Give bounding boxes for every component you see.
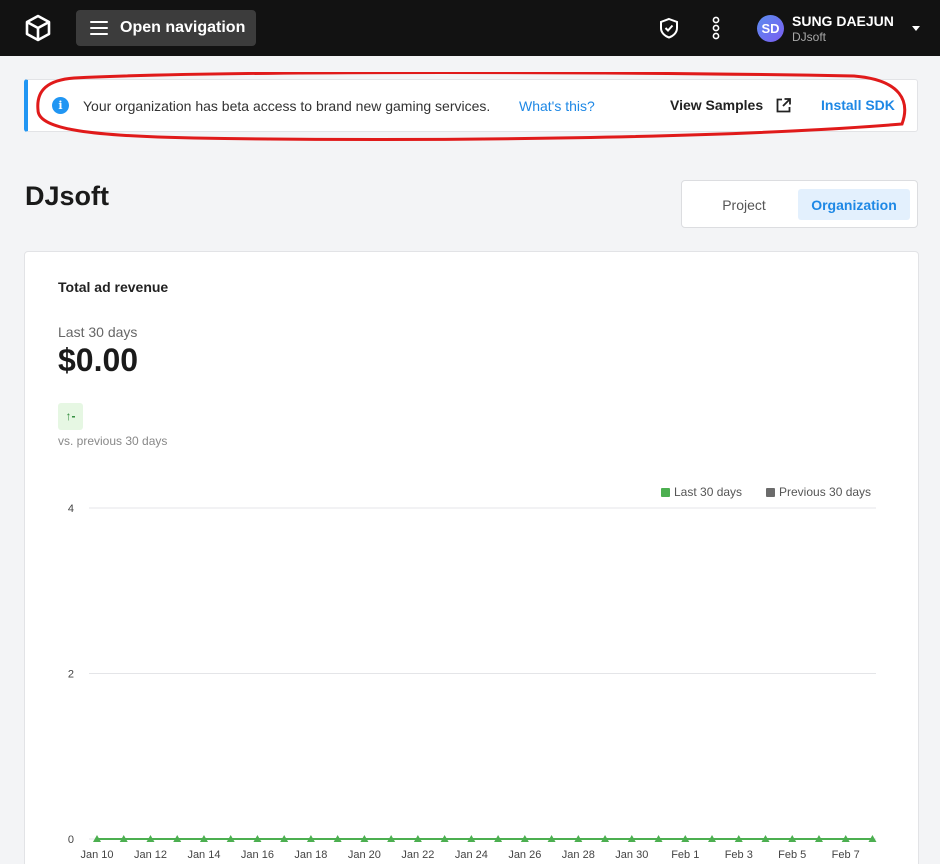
shield-check-icon[interactable]: [658, 17, 680, 39]
info-icon: i: [52, 97, 69, 114]
x-tick-label: Jan 18: [294, 849, 327, 861]
user-name[interactable]: SUNG DAEJUN: [792, 13, 894, 29]
menu-icon: [90, 20, 110, 36]
more-options-icon[interactable]: [708, 16, 724, 40]
x-tick-label: Jan 16: [241, 849, 274, 861]
x-tick-label: Jan 10: [80, 849, 113, 861]
x-tick-label: Feb 3: [725, 849, 753, 861]
x-tick-label: Jan 12: [134, 849, 167, 861]
view-samples-link[interactable]: View Samples: [670, 97, 763, 113]
x-tick-label: Jan 14: [187, 849, 220, 861]
page-title: DJsoft: [25, 181, 110, 211]
top-bar: Open navigation SD SUNG DAEJUN DJsoft: [0, 0, 940, 56]
scope-toggle: Project Organization: [681, 180, 918, 228]
tab-organization[interactable]: Organization: [798, 189, 910, 220]
external-link-icon[interactable]: [775, 97, 792, 114]
x-tick-label: Jan 22: [401, 849, 434, 861]
y-tick-label: 4: [68, 503, 74, 515]
beta-access-banner: i Your organization has beta access to b…: [24, 79, 918, 132]
x-tick-label: Jan 24: [455, 849, 488, 861]
ad-revenue-card: Total ad revenue Last 30 days $0.00 ↑- v…: [24, 251, 919, 864]
install-sdk-link[interactable]: Install SDK: [821, 97, 895, 113]
tab-project[interactable]: Project: [706, 189, 782, 220]
x-tick-label: Feb 5: [778, 849, 806, 861]
x-tick-label: Jan 20: [348, 849, 381, 861]
revenue-chart: 0 2 4 Jan 10 Jan 12 Jan 14 Jan 16 Jan 18 Jan 20 J…: [68, 503, 877, 861]
x-tick-label: Feb 7: [832, 849, 860, 861]
avatar[interactable]: SD: [757, 15, 784, 42]
x-tick-label: Jan 30: [615, 849, 648, 861]
chevron-down-icon[interactable]: [912, 26, 920, 31]
unity-logo-icon[interactable]: [24, 14, 52, 42]
open-navigation-button[interactable]: Open navigation: [76, 10, 256, 46]
x-tick-label: Feb 1: [671, 849, 699, 861]
open-navigation-label: Open navigation: [120, 19, 246, 36]
banner-message: Your organization has beta access to bra…: [83, 98, 491, 114]
x-tick-label: Jan 26: [508, 849, 541, 861]
x-tick-label: Jan 28: [562, 849, 595, 861]
y-tick-label: 0: [68, 834, 74, 846]
y-tick-label: 2: [68, 669, 74, 681]
whats-this-link[interactable]: What's this?: [519, 98, 595, 114]
user-organization: DJsoft: [792, 30, 827, 44]
